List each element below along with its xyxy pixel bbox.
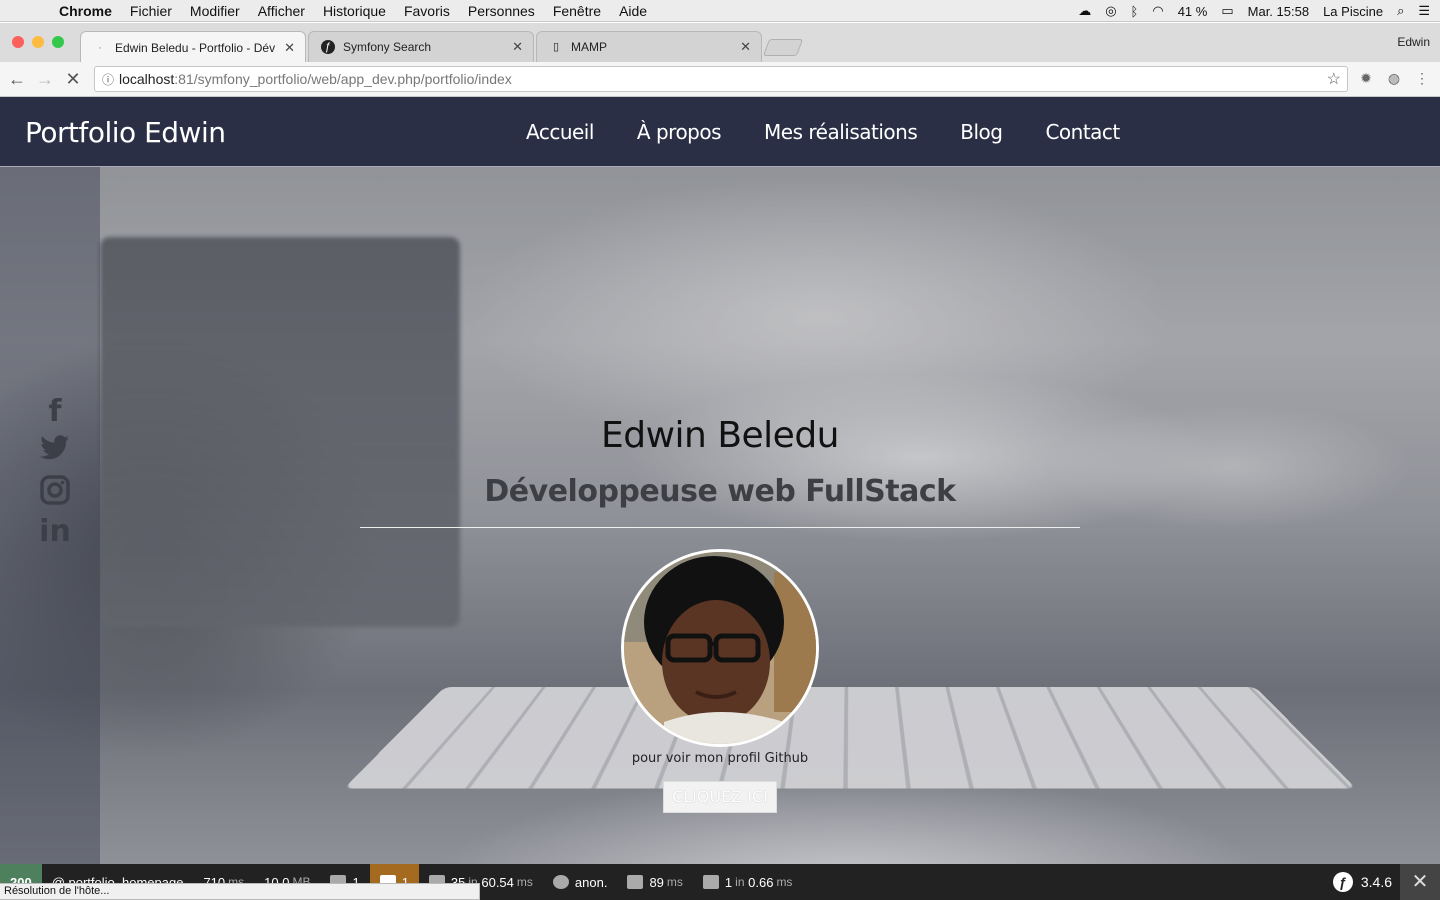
sf-render-unit: ms xyxy=(666,875,683,889)
sf-db-in: in xyxy=(735,875,745,889)
browser-toolbar: ← → ✕ ⓘ localhost:81/symfony_portfolio/w… xyxy=(0,62,1440,97)
nav-realisations[interactable]: Mes réalisations xyxy=(764,120,918,144)
cloud-icon[interactable]: ☁ xyxy=(1078,3,1091,19)
minimize-window-button[interactable] xyxy=(32,36,44,48)
mac-menu-bar: Chrome Fichier Modifier Afficher Histori… xyxy=(0,0,1440,22)
nav-blog[interactable]: Blog xyxy=(960,120,1003,144)
battery-percent[interactable]: 41 % xyxy=(1178,4,1208,19)
sf-db-time: 0.66 xyxy=(748,874,774,890)
menu-app-chrome[interactable]: Chrome xyxy=(50,3,121,19)
creative-cloud-icon[interactable]: ◎ xyxy=(1105,3,1116,19)
tab-mamp[interactable]: ▯ MAMP ✕ xyxy=(536,31,762,62)
menu-personnes[interactable]: Personnes xyxy=(459,3,544,19)
clock[interactable]: Mar. 15:58 xyxy=(1248,4,1309,19)
menu-afficher[interactable]: Afficher xyxy=(249,3,314,19)
bookmark-star-icon[interactable]: ☆ xyxy=(1327,69,1341,89)
hero-name: Edwin Beledu xyxy=(601,415,839,456)
site-nav: Accueil À propos Mes réalisations Blog C… xyxy=(526,120,1163,144)
menu-aide[interactable]: Aide xyxy=(610,3,656,19)
new-tab-button[interactable] xyxy=(762,39,804,56)
sf-db-value: 1 xyxy=(724,874,733,890)
forward-icon[interactable]: → xyxy=(34,68,56,90)
site-navbar: Portfolio Edwin Accueil À propos Mes réa… xyxy=(0,97,1440,167)
tab-title: MAMP xyxy=(571,40,607,54)
url-host: localhost xyxy=(119,71,175,87)
page-icon: ▯ xyxy=(552,41,560,53)
profile-photo xyxy=(621,549,819,747)
battery-icon[interactable]: ▭ xyxy=(1221,3,1233,19)
tab-title: Symfony Search xyxy=(343,40,432,54)
sf-user-icon xyxy=(552,875,569,889)
info-icon[interactable]: ⓘ xyxy=(97,71,119,88)
menu-fenetre[interactable]: Fenêtre xyxy=(544,3,610,19)
wifi-icon[interactable]: ◠ xyxy=(1152,3,1163,19)
bluetooth-icon[interactable]: ᛒ xyxy=(1131,4,1139,19)
symfony-icon: ƒ xyxy=(321,40,335,54)
close-tab-icon[interactable]: ✕ xyxy=(284,40,295,56)
sf-db-icon xyxy=(702,875,719,889)
sf-render[interactable]: 89 ms xyxy=(617,864,692,900)
sf-db[interactable]: 1 in 0.66 ms xyxy=(693,864,803,900)
site-brand[interactable]: Portfolio Edwin xyxy=(25,116,226,149)
nav-accueil[interactable]: Accueil xyxy=(526,120,594,144)
menu-fichier[interactable]: Fichier xyxy=(121,3,181,19)
sf-user-value: anon. xyxy=(574,874,608,890)
notification-center-icon[interactable]: ☰ xyxy=(1418,3,1430,19)
tab-title: Edwin Beledu - Portfolio - Dév xyxy=(115,40,276,55)
user-name[interactable]: La Piscine xyxy=(1323,4,1383,19)
profile-button[interactable]: Edwin xyxy=(1397,35,1430,49)
menu-modifier[interactable]: Modifier xyxy=(181,3,249,19)
close-tab-icon[interactable]: ✕ xyxy=(740,39,751,55)
zoom-window-button[interactable] xyxy=(52,36,64,48)
linkedin-icon[interactable]: in xyxy=(38,515,72,549)
menu-historique[interactable]: Historique xyxy=(314,3,395,19)
webpage: Portfolio Edwin Accueil À propos Mes réa… xyxy=(0,97,1440,864)
sf-close-button[interactable]: ✕ xyxy=(1400,864,1440,900)
sf-render-value: 89 xyxy=(649,874,664,890)
spotlight-icon[interactable]: ⌕ xyxy=(1397,3,1404,19)
sf-user[interactable]: anon. xyxy=(543,864,618,900)
url-path: :81/symfony_portfolio/web/app_dev.php/po… xyxy=(174,71,512,87)
back-icon[interactable]: ← xyxy=(6,68,28,90)
loading-icon: · xyxy=(98,41,102,54)
symfony-logo-icon: ƒ xyxy=(1332,872,1353,892)
address-bar[interactable]: ⓘ localhost:81/symfony_portfolio/web/app… xyxy=(94,66,1348,92)
sf-render-icon xyxy=(627,875,644,889)
sf-twig-unit: ms xyxy=(516,875,533,889)
extension-gear-icon[interactable]: ✹ xyxy=(1357,70,1375,88)
close-window-button[interactable] xyxy=(12,36,24,48)
tab-portfolio[interactable]: · Edwin Beledu - Portfolio - Dév ✕ xyxy=(80,31,306,63)
hero-role: Développeuse web FullStack xyxy=(484,474,956,509)
menu-favoris[interactable]: Favoris xyxy=(395,3,459,19)
github-note: pour voir mon profil Github xyxy=(631,751,809,766)
close-tab-icon[interactable]: ✕ xyxy=(512,39,523,55)
sf-version-value: 3.4.6 xyxy=(1360,874,1392,890)
hero-divider xyxy=(360,527,1080,528)
chrome-menu-icon[interactable]: ⋮ xyxy=(1413,70,1431,88)
stop-loading-icon[interactable]: ✕ xyxy=(62,68,84,90)
extension-globe-icon[interactable]: ◍ xyxy=(1385,70,1403,88)
status-bubble: Résolution de l'hôte... xyxy=(0,883,480,900)
tab-strip: · Edwin Beledu - Portfolio - Dév ✕ ƒ Sym… xyxy=(0,23,1440,63)
nav-a-propos[interactable]: À propos xyxy=(637,120,722,144)
sf-version[interactable]: ƒ 3.4.6 xyxy=(1332,864,1392,900)
sf-twig-time: 60.54 xyxy=(481,874,514,890)
github-cta-button[interactable]: CLIQUEZ ICI xyxy=(663,781,777,813)
sf-db-unit: ms xyxy=(776,875,793,889)
tab-symfony-search[interactable]: ƒ Symfony Search ✕ xyxy=(308,31,534,62)
nav-contact[interactable]: Contact xyxy=(1045,120,1120,144)
